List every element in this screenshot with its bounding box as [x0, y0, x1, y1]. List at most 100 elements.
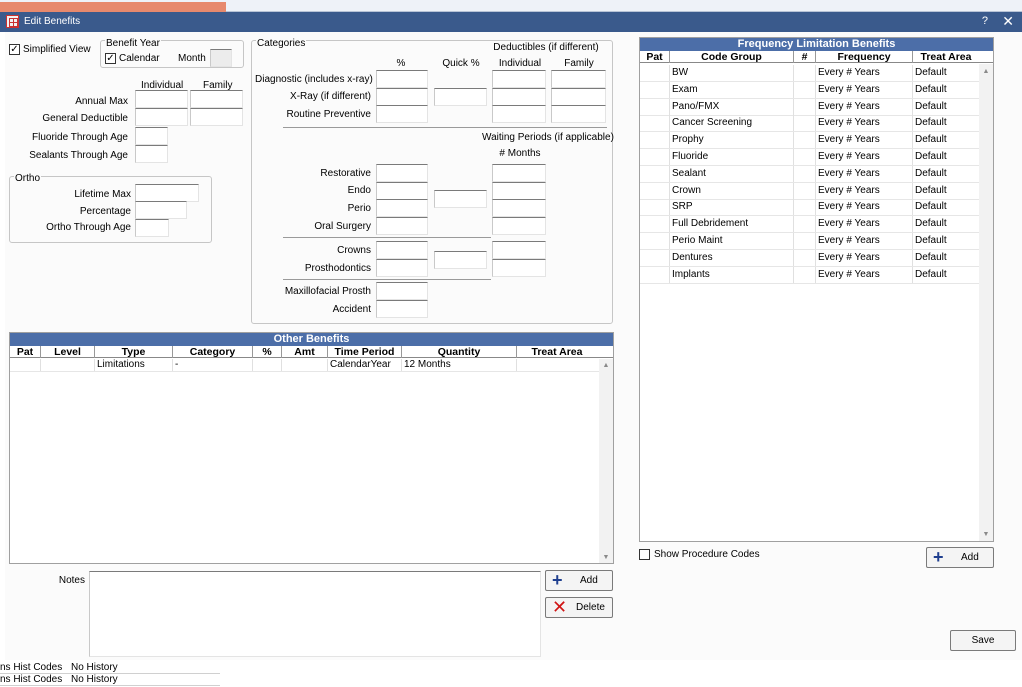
column-header[interactable]: Category — [173, 346, 253, 358]
prosthodontics-percent[interactable] — [376, 259, 428, 277]
restorative-months[interactable] — [492, 164, 546, 182]
table-row[interactable]: Pano/FMX Every # Years Default — [640, 98, 979, 116]
add-frequency-button[interactable]: + Add — [926, 547, 994, 568]
table-row[interactable]: SRP Every # Years Default — [640, 199, 979, 217]
hist-codes-value-2: No History — [71, 674, 118, 685]
other-benefits-scrollbar[interactable]: ▲ ▼ — [599, 359, 613, 563]
oral-surgery-months[interactable] — [492, 217, 546, 235]
frequency-scrollbar[interactable]: ▲ ▼ — [979, 64, 993, 541]
scroll-up-icon[interactable]: ▲ — [601, 362, 611, 369]
xray-label: X-Ray (if different) — [290, 91, 371, 102]
table-row[interactable]: Crown Every # Years Default — [640, 182, 979, 200]
column-header[interactable]: Treat Area — [517, 346, 597, 358]
lifetime-max-label: Lifetime Max — [74, 189, 131, 200]
cell: 12 Months — [402, 359, 517, 371]
help-icon[interactable]: ? — [982, 15, 988, 27]
perio-months[interactable] — [492, 199, 546, 217]
cell: Default — [915, 134, 947, 146]
ortho-age-field[interactable] — [135, 219, 169, 237]
table-row[interactable]: Exam Every # Years Default — [640, 81, 979, 99]
save-button[interactable]: Save — [950, 630, 1016, 651]
diagnostic-deductible-individual[interactable] — [492, 70, 546, 88]
column-header[interactable]: % — [253, 346, 282, 358]
cell — [640, 115, 670, 132]
crowns-months[interactable] — [492, 241, 546, 259]
routine-deductible-family[interactable] — [551, 105, 606, 123]
ortho-title: Ortho — [14, 173, 42, 184]
column-header[interactable]: Frequency — [816, 51, 913, 63]
column-header[interactable]: Time Period — [328, 346, 402, 358]
percentage-field[interactable] — [135, 201, 187, 219]
routine-percent[interactable] — [376, 105, 428, 123]
column-header[interactable]: Treat Area — [913, 51, 979, 63]
column-header[interactable]: Amt — [282, 346, 328, 358]
other-benefits-grid[interactable]: Other Benefits Pat Level Type Category %… — [9, 332, 614, 564]
delete-button-label: Delete — [576, 602, 605, 613]
column-header[interactable]: Level — [41, 346, 95, 358]
calendar-year-checkbox[interactable]: ✓ — [105, 53, 116, 64]
column-header[interactable]: # — [794, 51, 816, 63]
frequency-limitation-grid[interactable]: Frequency Limitation Benefits Pat Code G… — [639, 37, 994, 542]
cell: Limitations — [95, 359, 173, 371]
show-procedure-codes-checkbox[interactable] — [639, 549, 650, 560]
table-row[interactable]: Fluoride Every # Years Default — [640, 149, 979, 166]
column-header[interactable]: Code Group — [670, 51, 794, 63]
month-field[interactable] — [210, 49, 232, 67]
xray-deductible-individual[interactable] — [492, 88, 546, 106]
maxillofacial-percent[interactable] — [376, 282, 428, 300]
oral-surgery-percent[interactable] — [376, 217, 428, 235]
quick-percent-field-3[interactable] — [434, 251, 487, 269]
quick-percent-field-2[interactable] — [434, 190, 487, 208]
xray-percent[interactable] — [376, 88, 428, 106]
annual-max-family[interactable] — [190, 90, 243, 108]
prosthodontics-months[interactable] — [492, 259, 546, 277]
notes-textarea[interactable] — [89, 571, 541, 657]
table-row[interactable]: Cancer Screening Every # Years Default — [640, 115, 979, 133]
table-row[interactable]: Limitations - CalendarYear 12 Months — [10, 359, 599, 372]
add-button[interactable]: + Add — [545, 570, 613, 591]
diagnostic-percent[interactable] — [376, 70, 428, 88]
cell — [794, 199, 816, 216]
routine-deductible-individual[interactable] — [492, 105, 546, 123]
annual-max-individual[interactable] — [135, 90, 188, 108]
table-row[interactable]: Prophy Every # Years Default — [640, 132, 979, 150]
table-row[interactable]: Perio Maint Every # Years Default — [640, 233, 979, 250]
column-header[interactable]: Type — [95, 346, 173, 358]
table-row[interactable]: Implants Every # Years Default — [640, 266, 979, 284]
delete-button[interactable]: ✕ Delete — [545, 597, 613, 618]
cell: Default — [915, 235, 947, 246]
column-header[interactable]: Pat — [640, 51, 670, 63]
endo-months[interactable] — [492, 182, 546, 200]
lifetime-max-field[interactable] — [135, 184, 199, 202]
close-icon[interactable]: ✕ — [1002, 13, 1014, 30]
column-header[interactable]: Quantity — [402, 346, 517, 358]
divider — [283, 237, 491, 238]
simplified-view-checkbox[interactable]: ✓ — [9, 44, 20, 55]
add-frequency-button-label: Add — [961, 552, 979, 563]
hist-codes-value-1: No History — [71, 662, 118, 673]
dialog-title-bar[interactable]: Edit Benefits ? ✕ — [0, 12, 1022, 32]
scroll-up-icon[interactable]: ▲ — [981, 68, 991, 75]
column-header[interactable]: Pat — [10, 346, 41, 358]
endo-percent[interactable] — [376, 182, 428, 200]
quick-percent-field[interactable] — [434, 88, 487, 106]
general-deductible-individual[interactable] — [135, 108, 188, 126]
table-row[interactable]: BW Every # Years Default — [640, 65, 979, 82]
table-row[interactable]: Sealant Every # Years Default — [640, 165, 979, 183]
benefit-year-title: Benefit Year — [105, 38, 161, 49]
restorative-percent[interactable] — [376, 164, 428, 182]
table-row[interactable]: Dentures Every # Years Default — [640, 249, 979, 267]
accident-percent[interactable] — [376, 300, 428, 318]
fluoride-age-field[interactable] — [135, 127, 168, 145]
general-deductible-family[interactable] — [190, 108, 243, 126]
cell — [794, 266, 816, 283]
crowns-percent[interactable] — [376, 241, 428, 259]
scroll-down-icon[interactable]: ▼ — [601, 554, 611, 561]
perio-percent[interactable] — [376, 199, 428, 217]
table-row[interactable]: Full Debridement Every # Years Default — [640, 216, 979, 234]
diagnostic-deductible-family[interactable] — [551, 70, 606, 88]
scroll-down-icon[interactable]: ▼ — [981, 531, 991, 538]
sealants-age-field[interactable] — [135, 145, 168, 163]
xray-deductible-family[interactable] — [551, 88, 606, 106]
background-bottom-area: ns Hist Codes No History ns Hist Codes N… — [0, 660, 1022, 687]
